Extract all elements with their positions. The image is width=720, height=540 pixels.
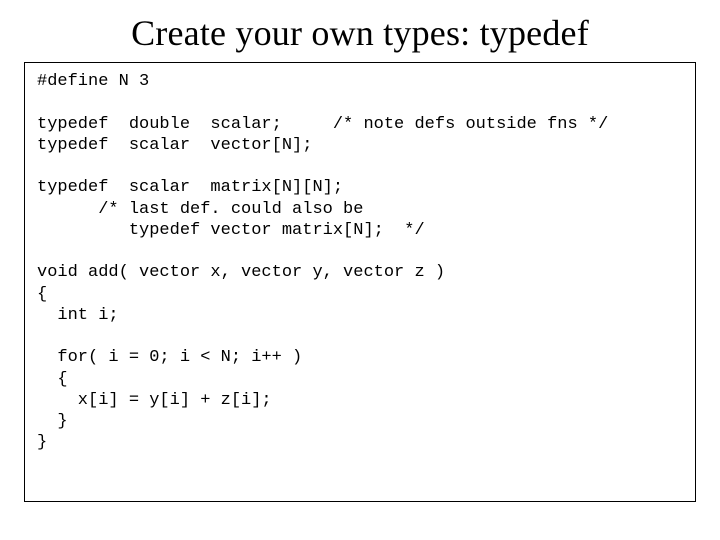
slide: Create your own types: typedef #define N… [0, 0, 720, 540]
code-content: #define N 3 typedef double scalar; /* no… [37, 72, 608, 452]
slide-title: Create your own types: typedef [24, 12, 696, 56]
code-box: #define N 3 typedef double scalar; /* no… [24, 62, 696, 502]
